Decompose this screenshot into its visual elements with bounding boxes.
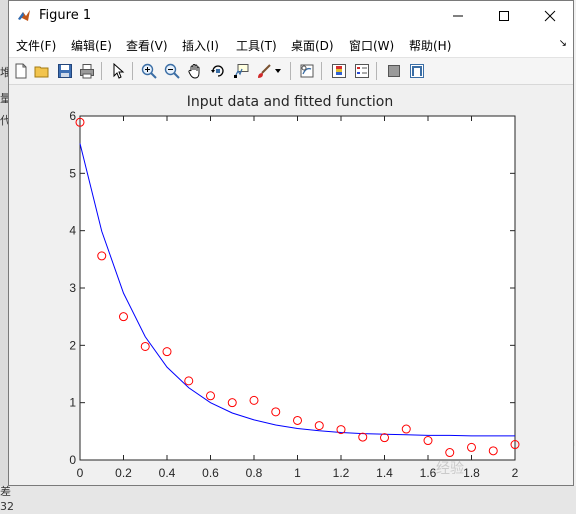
y-tick-label: 3: [69, 281, 76, 295]
x-tick-label: 0.4: [159, 466, 176, 480]
x-tick-label: 0.6: [202, 466, 219, 480]
x-tick-label: 1: [294, 466, 301, 480]
y-tick-label: 0: [69, 453, 76, 467]
watermark-text: 经验: [436, 461, 464, 477]
y-tick-label: 2: [69, 338, 76, 352]
y-tick-label: 6: [69, 109, 76, 123]
x-tick-label: 1.2: [333, 466, 350, 480]
x-tick-label: 1.6: [420, 466, 437, 480]
y-tick-label: 5: [69, 166, 76, 180]
plot-axes[interactable]: 0 1 2 3 4 5 6 0 0.2 0.4 0.6 0.8 1 1.2 1.4 1.6 1.8 2: [0, 0, 576, 514]
x-tick-label: 0.2: [115, 466, 132, 480]
y-tick-label: 1: [69, 396, 76, 410]
x-tick-label: 0: [77, 466, 84, 480]
y-tick-label: 4: [69, 224, 76, 238]
x-tick-label: 0.8: [246, 466, 263, 480]
x-tick-label: 1.4: [376, 466, 393, 480]
x-tick-label: 1.8: [463, 466, 480, 480]
x-tick-label: 2: [512, 466, 519, 480]
y-tick-labels: 0 1 2 3 4 5 6: [69, 109, 76, 467]
axes-background: [79, 115, 516, 461]
